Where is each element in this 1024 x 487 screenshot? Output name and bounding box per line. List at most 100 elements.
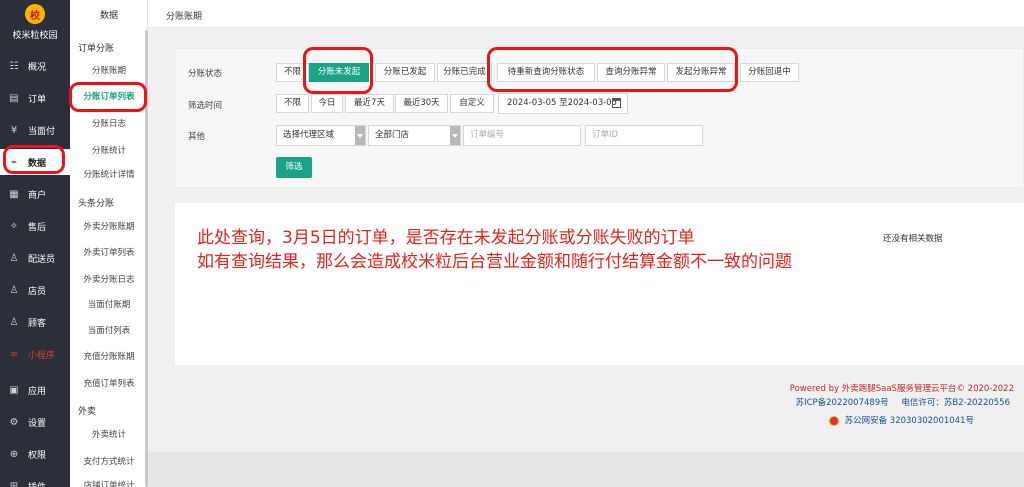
time-any-button[interactable]: 不限 — [276, 94, 309, 113]
sidebar-item-plugin[interactable]: ⊞ 插件 — [0, 473, 70, 487]
courier-icon: ♙ — [9, 252, 19, 264]
date-range-input[interactable]: 2024-03-05 至2024-03-05 — [498, 93, 628, 114]
overview-icon: ☷ — [9, 60, 19, 72]
submenu-item[interactable]: 店铺订单统计 — [70, 477, 148, 487]
data-submenu: 数据 订单分账 分账账期 分账订单列表 分账日志 分账统计 分账统计详情 头条分… — [70, 0, 148, 487]
submenu-title: 数据 — [99, 11, 118, 21]
submenu-item[interactable]: 外卖订单列表 — [70, 244, 148, 262]
highlight-ring-status-not-started — [303, 47, 373, 94]
footer-licenses: 苏ICP备2022007489号 电信许可：苏B2-20220556 — [796, 396, 1010, 408]
store-icon: ▦ — [9, 188, 19, 200]
submenu-item[interactable]: 分账账期 — [70, 62, 148, 80]
footer: Powered by 外卖跑腿SaaS服务管理云平台© 2020-2022 苏I… — [148, 372, 1024, 452]
sidebar-item-label: 售后 — [28, 222, 47, 233]
submenu-item[interactable]: 分账日志 — [70, 115, 148, 133]
order-number-input[interactable]: 订单编号 — [463, 125, 581, 146]
sidebar-item-label: 权限 — [28, 450, 47, 461]
submenu-group-takeout: 外卖 — [78, 407, 97, 417]
annotation-line-2: 如有查询结果，那么会造成校米粒后台营业金额和随行付结算金额不一致的问题 — [197, 252, 792, 272]
time-7days-button[interactable]: 最近7天 — [345, 94, 394, 113]
sidebar-item-customer[interactable]: ♙ 顾客 — [0, 309, 70, 335]
store-value: 全部门店 — [375, 130, 410, 140]
status-completed-button[interactable]: 分账已完成 — [437, 63, 492, 82]
sidebar-item-overview[interactable]: ☷ 概况 — [0, 53, 70, 79]
aftersale-icon: ✧ — [9, 220, 19, 232]
time-today-button[interactable]: 今日 — [311, 94, 343, 113]
sidebar-item-label: 应用 — [28, 386, 47, 397]
annotation-line-1: 此处查询，3月5日的订单，是否存在未发起分账或分账失败的订单 — [197, 228, 695, 248]
sidebar-item-permission[interactable]: ⊕ 权限 — [0, 441, 70, 467]
date-range-value: 2024-03-05 至2024-03-05 — [507, 98, 617, 108]
sidebar-item-label: 插件 — [28, 480, 46, 487]
result-panel: 还没有相关数据 此处查询，3月5日的订单，是否存在未发起分账或分账失败的订单 如… — [175, 203, 1024, 365]
brand-logo[interactable]: 校 校米粒校园 — [0, 4, 70, 41]
sidebar-item-label: 小程序 — [28, 350, 56, 361]
sidebar-item-label: 配送员 — [28, 254, 56, 265]
highlight-ring-error-statuses — [487, 47, 738, 92]
customer-icon: ♙ — [9, 316, 19, 328]
agent-region-value: 选择代理区域 — [283, 130, 335, 140]
highlight-ring-submenu — [69, 82, 147, 112]
time-30days-button[interactable]: 最近30天 — [395, 94, 448, 113]
submenu-group-headline: 头条分账 — [78, 199, 115, 209]
submenu-item[interactable]: 分账统计详情 — [70, 166, 148, 184]
empty-state-text: 还没有相关数据 — [883, 234, 943, 244]
time-custom-button[interactable]: 自定义 — [450, 94, 494, 113]
apps-icon: ▣ — [9, 384, 19, 396]
footer-powered: Powered by 外卖跑腿SaaS服务管理云平台© 2020-2022 — [789, 384, 1014, 394]
sidebar-item-label: 顾客 — [28, 318, 47, 329]
order-id-input[interactable]: 订单ID — [585, 125, 703, 146]
miniprogram-icon: ∞ — [9, 348, 19, 360]
brand-name: 校米粒校园 — [12, 31, 58, 41]
submenu-item[interactable]: 外卖分账日志 — [70, 271, 148, 289]
footer-police-text: 苏公网安备 32030302001041号 — [844, 416, 974, 426]
settings-icon: ⚙ — [9, 416, 19, 428]
bottom-strip — [148, 452, 1024, 487]
order-icon: ▤ — [9, 92, 19, 104]
permission-icon: ⊕ — [9, 448, 19, 460]
agent-region-select[interactable]: 选择代理区域 — [276, 125, 366, 146]
clerk-icon: ♙ — [9, 284, 19, 296]
submenu-item[interactable]: 支付方式统计 — [70, 453, 148, 471]
store-select[interactable]: 全部门店 — [368, 125, 461, 146]
submenu-item[interactable]: 外卖统计 — [70, 426, 148, 444]
sidebar-item-store[interactable]: ▦ 商户 — [0, 181, 70, 207]
highlight-ring-data-nav — [3, 145, 65, 174]
submenu-item[interactable]: 分账统计 — [70, 142, 148, 160]
submenu-item[interactable]: 外卖分账账期 — [70, 218, 148, 236]
sidebar-item-order[interactable]: ▤ 订单 — [0, 85, 70, 111]
calendar-icon — [612, 98, 621, 108]
sidebar-item-label: 设置 — [28, 418, 47, 429]
filter-submit-button[interactable]: 筛选 — [276, 157, 312, 178]
submenu-item[interactable]: 当面付列表 — [70, 322, 148, 340]
footer-telecom: 电信许可：苏B2-20220556 — [901, 398, 1010, 408]
chevron-down-icon — [450, 126, 460, 145]
plugin-icon: ⊞ — [9, 480, 19, 487]
main-sidebar: 校 校米粒校园 ☷ 概况 ▤ 订单 ¥ 当面付 ⌁ 数据 ▦ 商户 ✧ 售后 ♙ 配送员 ♙ 店… — [0, 0, 70, 487]
status-label: 分账状态 — [188, 69, 223, 79]
top-header: 分账账期 — [148, 0, 1024, 28]
other-label: 其他 — [188, 132, 206, 142]
sidebar-item-label: 订单 — [28, 94, 47, 105]
sidebar-item-label: 店员 — [28, 286, 47, 297]
status-rollback-button[interactable]: 分账回退中 — [740, 63, 799, 82]
sidebar-item-label: 概况 — [28, 62, 47, 73]
submenu-item[interactable]: 充值订单列表 — [70, 375, 148, 393]
sidebar-item-courier[interactable]: ♙ 配送员 — [0, 245, 70, 271]
payment-icon: ¥ — [10, 124, 18, 136]
status-started-button[interactable]: 分账已发起 — [375, 63, 435, 82]
sidebar-item-settings[interactable]: ⚙ 设置 — [0, 409, 70, 435]
footer-police-record[interactable]: 苏公网安备 32030302001041号 — [828, 414, 974, 426]
footer-icp-link[interactable]: 苏ICP备2022007489号 — [796, 398, 889, 408]
submenu-item[interactable]: 充值分账账期 — [70, 348, 148, 366]
sidebar-item-apps[interactable]: ▣ 应用 — [0, 377, 70, 403]
sidebar-item-miniprogram[interactable]: ∞ 小程序 — [0, 341, 70, 367]
submenu-group-split: 订单分账 — [78, 44, 115, 54]
submenu-item[interactable]: 当面付账期 — [70, 296, 148, 314]
sidebar-item-clerk[interactable]: ♙ 店员 — [0, 277, 70, 303]
sidebar-item-aftersale[interactable]: ✧ 售后 — [0, 213, 70, 239]
sidebar-item-payment[interactable]: ¥ 当面付 — [0, 117, 70, 143]
breadcrumb: 分账账期 — [166, 12, 203, 22]
chevron-down-icon — [355, 126, 365, 145]
time-label: 筛选时间 — [188, 101, 223, 111]
